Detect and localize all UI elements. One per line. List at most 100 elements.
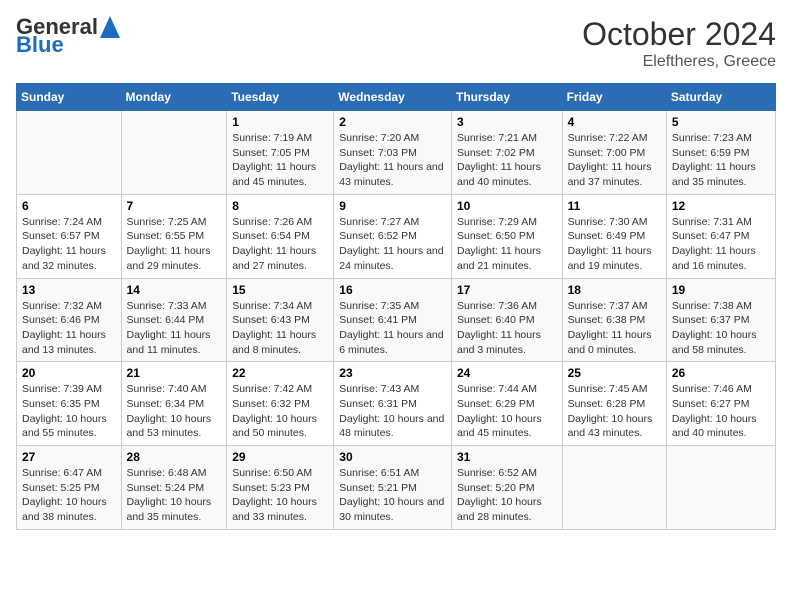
calendar-cell: 17 Sunrise: 7:36 AM Sunset: 6:40 PM Dayli… bbox=[451, 278, 562, 362]
calendar-cell: 21 Sunrise: 7:40 AM Sunset: 6:34 PM Dayli… bbox=[121, 362, 227, 446]
day-number: 21 bbox=[127, 366, 222, 380]
calendar-cell: 14 Sunrise: 7:33 AM Sunset: 6:44 PM Dayli… bbox=[121, 278, 227, 362]
month-year-title: October 2024 bbox=[582, 16, 776, 53]
cell-details: Sunrise: 7:32 AM Sunset: 6:46 PM Dayligh… bbox=[22, 299, 116, 358]
logo-blue-text: Blue bbox=[16, 34, 64, 56]
day-number: 31 bbox=[457, 450, 557, 464]
cell-details: Sunrise: 7:38 AM Sunset: 6:37 PM Dayligh… bbox=[672, 299, 770, 358]
week-row-1: 6 Sunrise: 7:24 AM Sunset: 6:57 PM Daylig… bbox=[17, 194, 776, 278]
day-number: 23 bbox=[339, 366, 446, 380]
calendar-cell: 12 Sunrise: 7:31 AM Sunset: 6:47 PM Dayli… bbox=[666, 194, 775, 278]
calendar-cell: 28Sunrise: 6:48 AM Sunset: 5:24 PM Dayli… bbox=[121, 446, 227, 530]
title-block: October 2024 Eleftheres, Greece bbox=[582, 16, 776, 71]
calendar-cell: 19 Sunrise: 7:38 AM Sunset: 6:37 PM Dayli… bbox=[666, 278, 775, 362]
cell-details: Sunrise: 6:51 AM Sunset: 5:21 PM Dayligh… bbox=[339, 466, 446, 525]
day-number: 25 bbox=[568, 366, 661, 380]
calendar-cell: 24 Sunrise: 7:44 AM Sunset: 6:29 PM Dayli… bbox=[451, 362, 562, 446]
header-sunday: Sunday bbox=[17, 84, 122, 111]
day-number: 19 bbox=[672, 283, 770, 297]
calendar-cell: 29Sunrise: 6:50 AM Sunset: 5:23 PM Dayli… bbox=[227, 446, 334, 530]
day-number: 13 bbox=[22, 283, 116, 297]
calendar-cell bbox=[17, 111, 122, 195]
header-row: SundayMondayTuesdayWednesdayThursdayFrid… bbox=[17, 84, 776, 111]
cell-details: Sunrise: 7:22 AM Sunset: 7:00 PM Dayligh… bbox=[568, 131, 661, 190]
cell-details: Sunrise: 7:31 AM Sunset: 6:47 PM Dayligh… bbox=[672, 215, 770, 274]
cell-details: Sunrise: 6:47 AM Sunset: 5:25 PM Dayligh… bbox=[22, 466, 116, 525]
cell-details: Sunrise: 7:43 AM Sunset: 6:31 PM Dayligh… bbox=[339, 382, 446, 441]
calendar-cell bbox=[666, 446, 775, 530]
day-number: 15 bbox=[232, 283, 328, 297]
cell-details: Sunrise: 7:37 AM Sunset: 6:38 PM Dayligh… bbox=[568, 299, 661, 358]
cell-details: Sunrise: 7:20 AM Sunset: 7:03 PM Dayligh… bbox=[339, 131, 446, 190]
calendar-cell: 4 Sunrise: 7:22 AM Sunset: 7:00 PM Daylig… bbox=[562, 111, 666, 195]
day-number: 8 bbox=[232, 199, 328, 213]
calendar-cell: 16 Sunrise: 7:35 AM Sunset: 6:41 PM Dayli… bbox=[334, 278, 452, 362]
header-tuesday: Tuesday bbox=[227, 84, 334, 111]
calendar-cell: 23 Sunrise: 7:43 AM Sunset: 6:31 PM Dayli… bbox=[334, 362, 452, 446]
logo-arrow-icon bbox=[100, 16, 120, 38]
cell-details: Sunrise: 6:48 AM Sunset: 5:24 PM Dayligh… bbox=[127, 466, 222, 525]
cell-details: Sunrise: 7:34 AM Sunset: 6:43 PM Dayligh… bbox=[232, 299, 328, 358]
calendar-cell: 27 Sunrise: 6:47 AM Sunset: 5:25 PM Dayli… bbox=[17, 446, 122, 530]
calendar-cell: 30 Sunrise: 6:51 AM Sunset: 5:21 PM Dayli… bbox=[334, 446, 452, 530]
header-saturday: Saturday bbox=[666, 84, 775, 111]
day-number: 29 bbox=[232, 450, 328, 464]
day-number: 5 bbox=[672, 115, 770, 129]
cell-details: Sunrise: 7:40 AM Sunset: 6:34 PM Dayligh… bbox=[127, 382, 222, 441]
calendar-cell: 25 Sunrise: 7:45 AM Sunset: 6:28 PM Dayli… bbox=[562, 362, 666, 446]
day-number: 14 bbox=[127, 283, 222, 297]
day-number: 26 bbox=[672, 366, 770, 380]
cell-details: Sunrise: 7:29 AM Sunset: 6:50 PM Dayligh… bbox=[457, 215, 557, 274]
header-monday: Monday bbox=[121, 84, 227, 111]
week-row-3: 20Sunrise: 7:39 AM Sunset: 6:35 PM Dayli… bbox=[17, 362, 776, 446]
cell-details: Sunrise: 7:42 AM Sunset: 6:32 PM Dayligh… bbox=[232, 382, 328, 441]
header-friday: Friday bbox=[562, 84, 666, 111]
calendar-cell bbox=[121, 111, 227, 195]
day-number: 2 bbox=[339, 115, 446, 129]
cell-details: Sunrise: 7:45 AM Sunset: 6:28 PM Dayligh… bbox=[568, 382, 661, 441]
day-number: 12 bbox=[672, 199, 770, 213]
cell-details: Sunrise: 7:23 AM Sunset: 6:59 PM Dayligh… bbox=[672, 131, 770, 190]
day-number: 24 bbox=[457, 366, 557, 380]
calendar-cell: 6 Sunrise: 7:24 AM Sunset: 6:57 PM Daylig… bbox=[17, 194, 122, 278]
cell-details: Sunrise: 7:26 AM Sunset: 6:54 PM Dayligh… bbox=[232, 215, 328, 274]
calendar-cell: 26 Sunrise: 7:46 AM Sunset: 6:27 PM Dayli… bbox=[666, 362, 775, 446]
day-number: 22 bbox=[232, 366, 328, 380]
calendar-cell: 20Sunrise: 7:39 AM Sunset: 6:35 PM Dayli… bbox=[17, 362, 122, 446]
calendar-cell bbox=[562, 446, 666, 530]
cell-details: Sunrise: 7:36 AM Sunset: 6:40 PM Dayligh… bbox=[457, 299, 557, 358]
cell-details: Sunrise: 7:21 AM Sunset: 7:02 PM Dayligh… bbox=[457, 131, 557, 190]
day-number: 27 bbox=[22, 450, 116, 464]
day-number: 9 bbox=[339, 199, 446, 213]
calendar-cell: 31Sunrise: 6:52 AM Sunset: 5:20 PM Dayli… bbox=[451, 446, 562, 530]
week-row-2: 13 Sunrise: 7:32 AM Sunset: 6:46 PM Dayli… bbox=[17, 278, 776, 362]
cell-details: Sunrise: 7:46 AM Sunset: 6:27 PM Dayligh… bbox=[672, 382, 770, 441]
day-number: 11 bbox=[568, 199, 661, 213]
cell-details: Sunrise: 7:39 AM Sunset: 6:35 PM Dayligh… bbox=[22, 382, 116, 441]
header-wednesday: Wednesday bbox=[334, 84, 452, 111]
page-header: General Blue October 2024 Eleftheres, Gr… bbox=[16, 16, 776, 71]
calendar-cell: 9Sunrise: 7:27 AM Sunset: 6:52 PM Daylig… bbox=[334, 194, 452, 278]
day-number: 18 bbox=[568, 283, 661, 297]
calendar-cell: 7Sunrise: 7:25 AM Sunset: 6:55 PM Daylig… bbox=[121, 194, 227, 278]
location-subtitle: Eleftheres, Greece bbox=[582, 53, 776, 71]
calendar-cell: 22 Sunrise: 7:42 AM Sunset: 6:32 PM Dayli… bbox=[227, 362, 334, 446]
cell-details: Sunrise: 7:44 AM Sunset: 6:29 PM Dayligh… bbox=[457, 382, 557, 441]
cell-details: Sunrise: 7:30 AM Sunset: 6:49 PM Dayligh… bbox=[568, 215, 661, 274]
cell-details: Sunrise: 7:24 AM Sunset: 6:57 PM Dayligh… bbox=[22, 215, 116, 274]
day-number: 16 bbox=[339, 283, 446, 297]
cell-details: Sunrise: 7:25 AM Sunset: 6:55 PM Dayligh… bbox=[127, 215, 222, 274]
cell-details: Sunrise: 7:33 AM Sunset: 6:44 PM Dayligh… bbox=[127, 299, 222, 358]
calendar-cell: 3Sunrise: 7:21 AM Sunset: 7:02 PM Daylig… bbox=[451, 111, 562, 195]
day-number: 4 bbox=[568, 115, 661, 129]
calendar-cell: 8 Sunrise: 7:26 AM Sunset: 6:54 PM Daylig… bbox=[227, 194, 334, 278]
calendar-cell: 13 Sunrise: 7:32 AM Sunset: 6:46 PM Dayli… bbox=[17, 278, 122, 362]
day-number: 30 bbox=[339, 450, 446, 464]
day-number: 6 bbox=[22, 199, 116, 213]
week-row-4: 27 Sunrise: 6:47 AM Sunset: 5:25 PM Dayli… bbox=[17, 446, 776, 530]
calendar-body: 1Sunrise: 7:19 AM Sunset: 7:05 PM Daylig… bbox=[17, 111, 776, 530]
calendar-cell: 5 Sunrise: 7:23 AM Sunset: 6:59 PM Daylig… bbox=[666, 111, 775, 195]
cell-details: Sunrise: 7:35 AM Sunset: 6:41 PM Dayligh… bbox=[339, 299, 446, 358]
calendar-header: SundayMondayTuesdayWednesdayThursdayFrid… bbox=[17, 84, 776, 111]
day-number: 17 bbox=[457, 283, 557, 297]
